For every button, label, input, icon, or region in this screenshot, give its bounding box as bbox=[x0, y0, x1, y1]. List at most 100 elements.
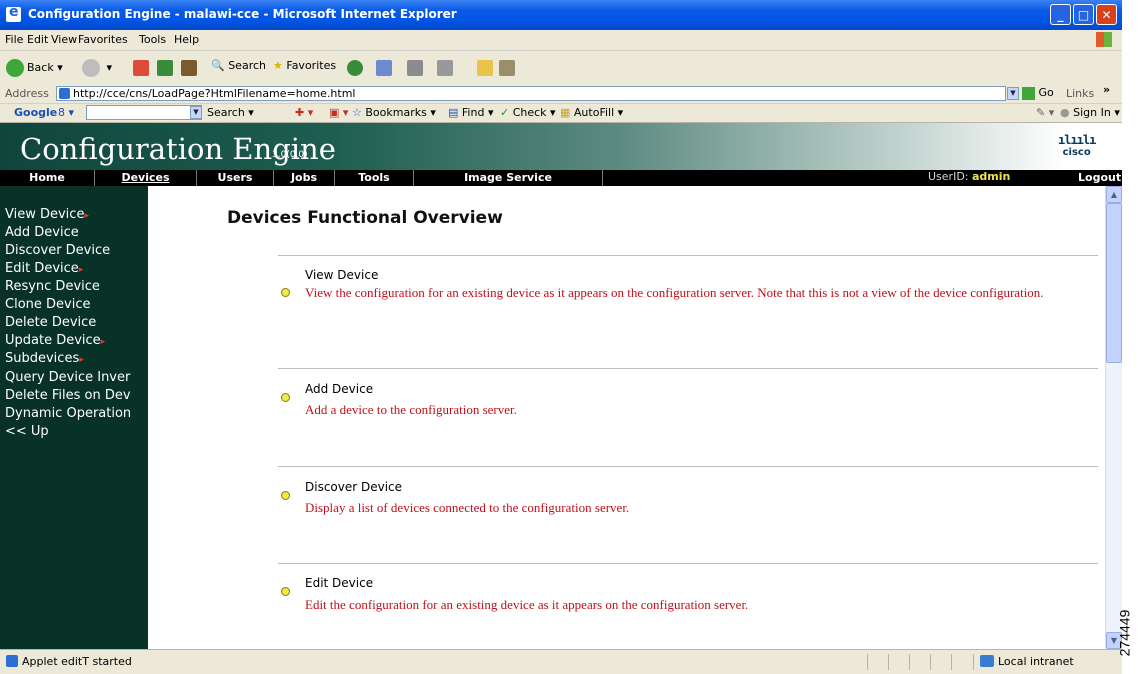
section-title-view-device[interactable]: View Device bbox=[305, 268, 378, 282]
address-label: Address bbox=[5, 87, 49, 100]
sidebar-item-resync-device[interactable]: Resync Device bbox=[5, 279, 100, 294]
sidebar-item-up[interactable]: << Up bbox=[5, 424, 49, 439]
user-id-value: admin bbox=[972, 170, 1011, 183]
sidebar-item-update-device[interactable]: Update Device▸ bbox=[5, 333, 105, 348]
sidebar-item-label: Discover Device bbox=[5, 243, 111, 258]
star-icon: ★ bbox=[273, 59, 283, 72]
nav-image-service[interactable]: Image Service bbox=[414, 170, 603, 186]
address-input[interactable]: http://cce/cns/LoadPage?HtmlFilename=hom… bbox=[56, 86, 1006, 101]
app-header: Configuration Engine 3.0(0.0) ılıılı cis… bbox=[0, 123, 1122, 170]
sidebar-item-delete-device[interactable]: Delete Device bbox=[5, 315, 96, 330]
scroll-thumb[interactable] bbox=[1106, 203, 1122, 363]
menu-file[interactable]: File bbox=[5, 33, 23, 46]
google-logo[interactable]: Google bbox=[14, 106, 57, 119]
menu-help[interactable]: Help bbox=[174, 33, 199, 46]
print-icon[interactable] bbox=[407, 60, 423, 76]
status-panel bbox=[930, 654, 951, 670]
back-button[interactable]: Back ▾ bbox=[6, 59, 63, 77]
sidebar-item-label: Resync Device bbox=[5, 279, 100, 294]
page-title: Devices Functional Overview bbox=[227, 208, 503, 228]
links-button[interactable]: Links bbox=[1066, 87, 1094, 100]
section-desc-edit-device: Edit the configuration for an existing d… bbox=[305, 597, 749, 612]
main-nav: Home Devices Users Jobs Tools Image Serv… bbox=[0, 170, 1122, 186]
close-button[interactable]: ✕ bbox=[1096, 4, 1117, 25]
pagerank-icon[interactable]: ✚ ▾ bbox=[295, 106, 313, 119]
sidebar-item-clone-device[interactable]: Clone Device bbox=[5, 297, 90, 312]
bullet-icon bbox=[281, 288, 290, 297]
folder-icon[interactable] bbox=[477, 60, 493, 76]
sidebar-item-label: Edit Device bbox=[5, 261, 79, 276]
links-chevron[interactable]: » bbox=[1103, 83, 1110, 96]
section-divider bbox=[278, 255, 1098, 256]
nav-jobs[interactable]: Jobs bbox=[274, 170, 335, 186]
find-button[interactable]: ▤ Find ▾ bbox=[448, 106, 493, 119]
scroll-up-button[interactable]: ▲ bbox=[1106, 186, 1122, 203]
menu-view[interactable]: View bbox=[51, 33, 77, 46]
sidebar-item-dynamic-operation[interactable]: Dynamic Operation bbox=[5, 406, 131, 421]
search-button[interactable]: 🔍 Search bbox=[211, 59, 266, 72]
title-bar[interactable]: Configuration Engine - malawi-cce - Micr… bbox=[0, 0, 1122, 30]
user-id-label: UserID: bbox=[928, 170, 969, 183]
section-title-discover-device[interactable]: Discover Device bbox=[305, 480, 402, 494]
menu-tools[interactable]: Tools bbox=[139, 33, 166, 46]
address-dropdown-icon[interactable]: ▼ bbox=[1007, 87, 1019, 100]
autofill-icon: ▦ bbox=[560, 106, 571, 119]
refresh-icon[interactable] bbox=[157, 60, 173, 76]
blocker-icon[interactable]: ▣ ▾ bbox=[329, 106, 348, 119]
section-desc-add-device: Add a device to the configuration server… bbox=[305, 402, 517, 417]
sidebar-item-query-device-inventory[interactable]: Query Device Inver bbox=[5, 370, 130, 385]
google-menu-button[interactable]: 8 ▾ bbox=[58, 106, 74, 119]
check-button[interactable]: ✓ Check ▾ bbox=[500, 106, 556, 119]
find-label: Find bbox=[461, 106, 485, 119]
bookmark-star-icon: ☆ bbox=[352, 106, 362, 119]
sidebar-item-discover-device[interactable]: Discover Device bbox=[5, 243, 110, 258]
history-icon[interactable] bbox=[347, 60, 363, 76]
section-title-edit-device[interactable]: Edit Device bbox=[305, 576, 373, 590]
google-dropdown-icon[interactable]: ▼ bbox=[190, 106, 202, 119]
browser-window: Configuration Engine - malawi-cce - Micr… bbox=[0, 0, 1122, 674]
mail-icon[interactable] bbox=[376, 60, 392, 76]
nav-devices[interactable]: Devices bbox=[95, 170, 197, 186]
sidebar-item-delete-files[interactable]: Delete Files on Dev bbox=[5, 388, 131, 403]
bookmarks-button[interactable]: ☆ Bookmarks ▾ bbox=[352, 106, 436, 119]
maximize-button[interactable]: □ bbox=[1073, 4, 1094, 25]
cisco-logo: ılıılı cisco bbox=[1058, 133, 1096, 158]
status-panel bbox=[867, 654, 888, 670]
sidebar-item-view-device[interactable]: View Device▸ bbox=[5, 207, 89, 222]
menu-favorites[interactable]: Favorites bbox=[78, 33, 128, 46]
nav-home[interactable]: Home bbox=[0, 170, 95, 186]
messenger-icon[interactable] bbox=[499, 60, 515, 76]
options-wrench-icon[interactable]: ✎ ▾ bbox=[1036, 106, 1054, 119]
nav-users[interactable]: Users bbox=[197, 170, 274, 186]
sidebar-item-subdevices[interactable]: Subdevices▸ bbox=[5, 351, 84, 366]
sidebar-item-label: Delete Files on Dev bbox=[5, 388, 131, 403]
app-title: Configuration Engine bbox=[20, 132, 336, 166]
sidebar-item-add-device[interactable]: Add Device bbox=[5, 225, 79, 240]
ie-icon bbox=[6, 4, 21, 22]
menu-edit[interactable]: Edit bbox=[27, 33, 48, 46]
logout-link[interactable]: Logout bbox=[1078, 170, 1121, 186]
google-toolbar: Google 8 ▾ ▼ Search ▾ ✚ ▾ ▣ ▾ ☆ Bookmark… bbox=[0, 104, 1122, 123]
sidebar-item-edit-device[interactable]: Edit Device▸ bbox=[5, 261, 83, 276]
favorites-button[interactable]: ★ Favorites bbox=[273, 59, 336, 72]
status-bar: Applet editT started Local intranet bbox=[0, 649, 1122, 674]
sign-in-button[interactable]: ● Sign In ▾ bbox=[1060, 106, 1120, 119]
section-title-add-device[interactable]: Add Device bbox=[305, 382, 373, 396]
spellcheck-icon: ✓ bbox=[500, 106, 510, 119]
google-search-input[interactable] bbox=[86, 105, 202, 120]
nav-tools[interactable]: Tools bbox=[335, 170, 414, 186]
go-button[interactable]: Go bbox=[1022, 86, 1054, 100]
minimize-button[interactable]: _ bbox=[1050, 4, 1071, 25]
app-version: 3.0(0.0) bbox=[272, 150, 308, 160]
stop-icon[interactable] bbox=[133, 60, 149, 76]
forward-button[interactable]: ▾ bbox=[82, 59, 112, 77]
edit-icon[interactable] bbox=[437, 60, 453, 76]
cisco-wordmark: cisco bbox=[1062, 147, 1091, 158]
vertical-scrollbar[interactable]: ▲ ▼ bbox=[1105, 186, 1122, 649]
autofill-button[interactable]: ▦ AutoFill ▾ bbox=[560, 106, 623, 119]
home-icon[interactable] bbox=[181, 60, 197, 76]
address-url: http://cce/cns/LoadPage?HtmlFilename=hom… bbox=[73, 87, 356, 100]
sidebar-item-label: Update Device bbox=[5, 333, 101, 348]
submenu-arrow-icon: ▸ bbox=[79, 355, 84, 365]
google-search-button[interactable]: Search ▾ bbox=[207, 106, 254, 119]
